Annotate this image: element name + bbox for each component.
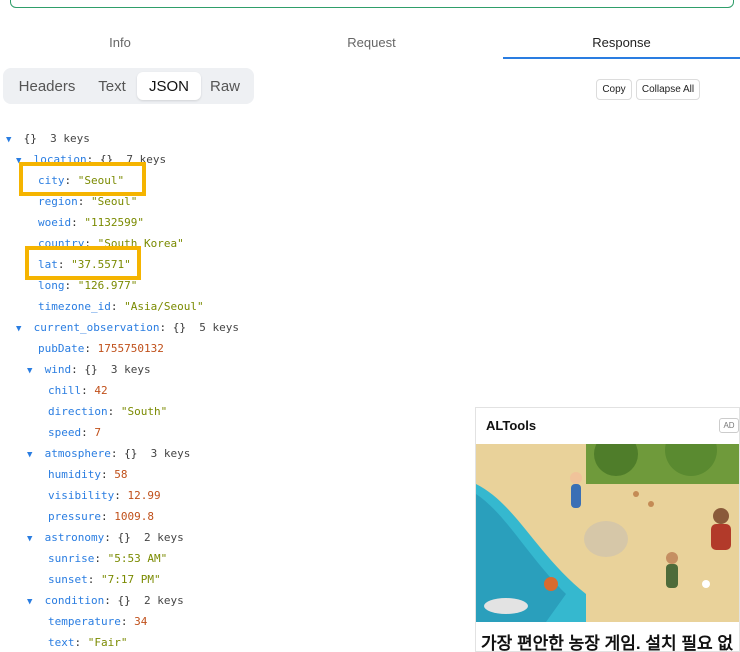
field-temperature: temperature: 34	[48, 615, 148, 628]
field-value: "126.977"	[77, 279, 138, 292]
field-key: long	[38, 279, 65, 292]
field-direction: direction: "South"	[48, 405, 168, 418]
field-key: region	[38, 195, 78, 208]
collapse-triangle-icon[interactable]: ▼	[16, 319, 27, 340]
field-key: chill	[48, 384, 82, 397]
collapse-triangle-icon[interactable]: ▼	[6, 130, 17, 151]
node-atmosphere[interactable]: ▼ atmosphere: {} 3 keys	[27, 443, 190, 464]
field-key: pubDate	[38, 342, 85, 355]
node-key: astronomy	[44, 531, 105, 544]
field-value: "Fair"	[87, 636, 128, 649]
field-key: direction	[48, 405, 108, 418]
field-value: "Asia/Seoul"	[124, 300, 204, 313]
field-chill: chill: 42	[48, 384, 108, 397]
node-braces: {}	[117, 531, 131, 544]
field-visibility: visibility: 12.99	[48, 489, 161, 502]
collapse-triangle-icon[interactable]: ▼	[27, 592, 38, 613]
ad-title[interactable]: 가장 편안한 농장 게임. 설치 필요 없	[481, 629, 733, 651]
farm-game-illustration	[476, 444, 739, 622]
ad-badge[interactable]: AD	[719, 418, 739, 433]
highlight-box-city	[19, 162, 146, 196]
field-key: pressure	[48, 510, 101, 523]
field-value: 58	[114, 468, 128, 481]
node-key-count: 5 keys	[199, 321, 239, 334]
ad-panel[interactable]: ALTools AD 가장 편안한 농장 게임. 설치 필요 없	[475, 407, 740, 652]
node-braces: {}	[117, 594, 131, 607]
node-current-observation[interactable]: ▼ current_observation: {} 5 keys	[16, 317, 239, 338]
field-key: woeid	[38, 216, 72, 229]
ad-brand: ALTools	[486, 418, 537, 433]
collapse-triangle-icon[interactable]: ▼	[27, 361, 38, 382]
node-key-count: 2 keys	[143, 594, 184, 607]
field-key: sunrise	[48, 552, 95, 565]
field-key: visibility	[48, 489, 115, 502]
root-braces: {}	[23, 132, 37, 145]
node-key-count: 3 keys	[110, 363, 151, 376]
view-text-button[interactable]: Text	[87, 72, 137, 100]
field-key: sunset	[48, 573, 88, 586]
tab-request[interactable]: Request	[250, 24, 493, 60]
field-value: 1009.8	[114, 510, 154, 523]
field-pubdate: pubDate: 1755750132	[38, 342, 164, 355]
node-key: atmosphere	[44, 447, 111, 460]
node-key: condition	[44, 594, 105, 607]
node-braces: {}	[124, 447, 138, 460]
ad-game-image[interactable]	[476, 444, 739, 622]
view-json-button[interactable]: JSON	[137, 72, 201, 100]
field-timezone-id: timezone_id: "Asia/Seoul"	[38, 300, 204, 313]
root-key-count: 3 keys	[50, 132, 90, 145]
field-value: "South"	[120, 405, 168, 418]
field-sunrise: sunrise: "5:53 AM"	[48, 552, 168, 565]
field-sunset: sunset: "7:17 PM"	[48, 573, 161, 586]
node-wind[interactable]: ▼ wind: {} 3 keys	[27, 359, 151, 380]
copy-button[interactable]: Copy	[596, 79, 632, 100]
tab-response[interactable]: Response	[503, 24, 740, 60]
highlight-box-lat	[25, 246, 141, 280]
url-input[interactable]	[10, 0, 734, 8]
field-value: 7	[94, 426, 101, 439]
tab-info[interactable]: Info	[0, 24, 240, 60]
field-key: speed	[48, 426, 82, 439]
tab-bar: Info Request Response	[0, 24, 740, 60]
field-value: 34	[134, 615, 148, 628]
node-condition[interactable]: ▼ condition: {} 2 keys	[27, 590, 184, 611]
node-braces: {}	[84, 363, 98, 376]
field-humidity: humidity: 58	[48, 468, 128, 481]
node-key: wind	[44, 363, 72, 376]
field-value: 42	[94, 384, 108, 397]
field-value: "5:53 AM"	[107, 552, 168, 565]
collapse-all-button[interactable]: Collapse All	[636, 79, 700, 100]
field-key: humidity	[48, 468, 101, 481]
field-value: "Seoul"	[91, 195, 138, 208]
field-key: timezone_id	[38, 300, 111, 313]
node-key-count: 3 keys	[150, 447, 191, 460]
view-headers-button[interactable]: Headers	[7, 72, 87, 100]
field-pressure: pressure: 1009.8	[48, 510, 154, 523]
node-key: current_observation	[33, 321, 160, 334]
node-astronomy[interactable]: ▼ astronomy: {} 2 keys	[27, 527, 184, 548]
field-value: 12.99	[127, 489, 161, 502]
field-text: text: "Fair"	[48, 636, 128, 649]
field-key: text	[48, 636, 75, 649]
field-value: "1132599"	[84, 216, 144, 229]
collapse-triangle-icon[interactable]: ▼	[27, 445, 38, 466]
field-value: "7:17 PM"	[101, 573, 161, 586]
active-tab-indicator	[503, 57, 740, 59]
field-speed: speed: 7	[48, 426, 101, 439]
collapse-triangle-icon[interactable]: ▼	[27, 529, 38, 550]
node-key-count: 2 keys	[143, 531, 184, 544]
tree-root[interactable]: ▼ {} 3 keys	[6, 128, 90, 149]
view-raw-button[interactable]: Raw	[201, 72, 249, 100]
field-value: 1755750132	[97, 342, 164, 355]
view-switcher: Headers Text JSON Raw	[3, 68, 254, 104]
field-woeid: woeid: "1132599"	[38, 216, 144, 229]
node-braces: {}	[172, 321, 186, 334]
field-key: temperature	[48, 615, 121, 628]
